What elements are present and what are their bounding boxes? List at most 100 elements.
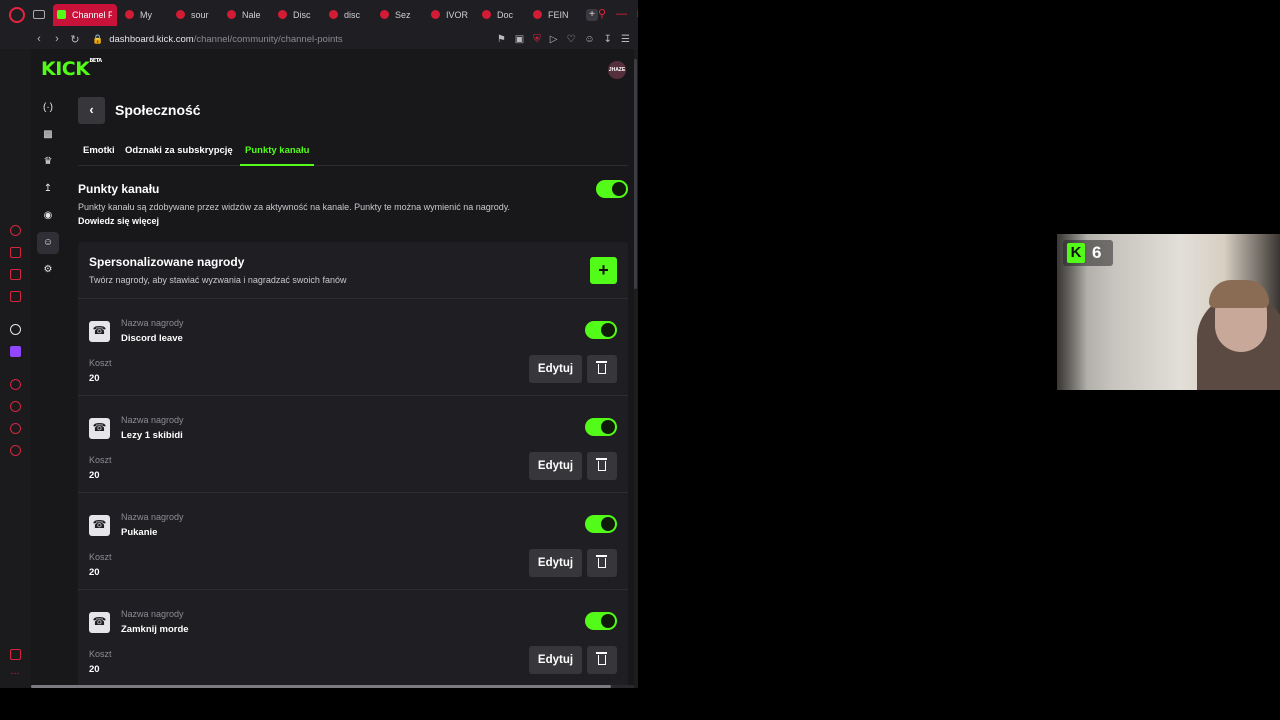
minimize-icon[interactable]: —	[616, 9, 627, 20]
vertical-scrollbar[interactable]	[634, 49, 638, 685]
tab-subscriber-badges[interactable]: Odznaki za subskrypcję	[120, 145, 238, 166]
reward-name-label: Nazwa nagrody	[121, 512, 184, 522]
kick-dashboard: KICKBETA JHAZE (·) ▩ ♛ ↥ ◉ ☺ ⚙ ‹ Społecz…	[31, 49, 634, 685]
tab-label: Disc	[293, 9, 311, 20]
account-icon[interactable]: ☺	[584, 34, 594, 45]
scrollbar-thumb[interactable]	[634, 59, 637, 289]
download-icon[interactable]: ↧	[604, 34, 612, 45]
reward-name-label: Nazwa nagrody	[121, 318, 184, 328]
tab-10[interactable]: FEIN	[529, 4, 580, 26]
kick-header: KICKBETA JHAZE	[31, 49, 634, 89]
page-title: Społeczność	[115, 102, 201, 118]
edit-reward-button[interactable]: Edytuj	[529, 549, 582, 577]
reward-toggle[interactable]	[585, 515, 617, 533]
trophy-icon[interactable]: ♛	[37, 151, 59, 173]
tab-6[interactable]: disc	[325, 4, 376, 26]
avatar[interactable]: JHAZE	[608, 61, 626, 79]
favicon-icon	[431, 10, 440, 19]
viewer-count-badge: K 6	[1063, 240, 1113, 266]
reward-name: Zamknij morde	[121, 624, 189, 635]
tab-5[interactable]: Disc	[274, 4, 325, 26]
add-reward-button[interactable]: +	[590, 257, 617, 284]
url-field[interactable]: dashboard.kick.com/channel/community/cha…	[109, 34, 342, 45]
menu-icon[interactable]: ☰	[621, 34, 630, 45]
reward-toggle[interactable]	[585, 418, 617, 436]
history-icon[interactable]	[10, 401, 21, 412]
reward-cost-label: Koszt	[89, 649, 112, 659]
edit-reward-button[interactable]: Edytuj	[529, 452, 582, 480]
aria-icon[interactable]	[10, 225, 21, 236]
community-icon[interactable]: ☺	[37, 232, 59, 254]
browser-window: Channel P My sour Nale Disc disc Sez IVO…	[0, 0, 638, 688]
webcam-hair	[1209, 280, 1269, 308]
reward-icon: ☎	[89, 515, 110, 536]
pin-icon[interactable]: ⚑	[497, 34, 506, 45]
camera-icon[interactable]: ◉	[37, 205, 59, 227]
tab-7[interactable]: Sez	[376, 4, 427, 26]
search-tabs-icon[interactable]: ⚲	[598, 9, 606, 20]
twitch-icon[interactable]	[10, 346, 21, 357]
tab-label: sour	[191, 9, 209, 20]
kick-logo[interactable]: KICKBETA	[41, 58, 102, 80]
reward-toggle[interactable]	[585, 612, 617, 630]
reload-icon[interactable]: ↻	[66, 33, 84, 46]
tab-9[interactable]: Doc	[478, 4, 529, 26]
channel-points-toggle[interactable]	[596, 180, 628, 198]
address-actions: ⚑ ▣ ⛨ ▷ ♡ ☺ ↧ ☰	[497, 34, 638, 45]
tab-emotes[interactable]: Emotki	[78, 145, 120, 166]
maximize-icon[interactable]: □	[637, 9, 638, 20]
delete-reward-button[interactable]	[587, 646, 617, 674]
reward-toggle[interactable]	[585, 321, 617, 339]
favicon-icon	[380, 10, 389, 19]
trash-icon	[596, 361, 607, 374]
analytics-icon[interactable]: ▩	[37, 124, 59, 146]
scrollbar-thumb[interactable]	[31, 685, 611, 688]
more-icon[interactable]: …	[10, 667, 21, 680]
snapshot-icon[interactable]: ▣	[515, 34, 524, 45]
new-tab-icon[interactable]: +	[586, 8, 598, 21]
messenger-icon[interactable]	[10, 269, 21, 280]
opera-logo-icon[interactable]	[9, 6, 25, 23]
kick-sidebar-icon[interactable]	[10, 324, 21, 335]
tab-8[interactable]: IVOR	[427, 4, 478, 26]
shield-icon[interactable]: ⛨	[533, 34, 541, 45]
edit-reward-button[interactable]: Edytuj	[529, 355, 582, 383]
player-icon[interactable]	[10, 379, 21, 390]
learn-more-link[interactable]: Dowiedz się więcej	[78, 216, 159, 226]
reward-item: ☎ Nazwa nagrody Pukanie Koszt 20 Edytuj	[78, 493, 628, 590]
tab-4[interactable]: Nale	[223, 4, 274, 26]
gx-icon[interactable]	[10, 649, 21, 660]
favicon-icon	[533, 10, 542, 19]
tab-2[interactable]: My	[121, 4, 172, 26]
reward-item: ☎ Nazwa nagrody Zamknij morde Koszt 20 E…	[78, 590, 628, 685]
delete-reward-button[interactable]	[587, 452, 617, 480]
play-icon[interactable]: ▷	[550, 34, 558, 45]
tab-channel-points[interactable]: Channel P	[53, 3, 117, 26]
delete-reward-button[interactable]	[587, 355, 617, 383]
extensions-icon[interactable]	[10, 423, 21, 434]
tab-channel-points[interactable]: Punkty kanału	[240, 145, 315, 166]
instagram-icon[interactable]	[10, 291, 21, 302]
gear-icon[interactable]: ⚙	[37, 259, 59, 281]
settings-icon[interactable]	[10, 445, 21, 456]
reward-item: ☎ Nazwa nagrody Discord leave Koszt 20 E…	[78, 299, 628, 396]
kick-logo-text: KICK	[41, 58, 90, 80]
back-button[interactable]: ‹	[78, 97, 105, 124]
edit-reward-button[interactable]: Edytuj	[529, 646, 582, 674]
upload-icon[interactable]: ↥	[37, 178, 59, 200]
community-tabs: Emotki Odznaki za subskrypcję Punkty kan…	[78, 144, 628, 166]
forward-icon[interactable]: ›	[48, 33, 66, 45]
kick-badge-icon: K	[1067, 243, 1085, 263]
back-icon[interactable]: ‹	[30, 33, 48, 45]
reward-cost-label: Koszt	[89, 455, 112, 465]
trash-icon	[596, 555, 607, 568]
tab-menu-icon[interactable]	[33, 10, 45, 19]
horizontal-scrollbar[interactable]	[31, 685, 634, 688]
stream-icon[interactable]: (·)	[37, 97, 59, 119]
heart-icon[interactable]: ♡	[566, 34, 575, 45]
reward-cost: 20	[89, 373, 100, 384]
tab-3[interactable]: sour	[172, 4, 223, 26]
delete-reward-button[interactable]	[587, 549, 617, 577]
wallet-icon[interactable]	[10, 247, 21, 258]
url-host: dashboard.kick.com	[109, 33, 194, 45]
